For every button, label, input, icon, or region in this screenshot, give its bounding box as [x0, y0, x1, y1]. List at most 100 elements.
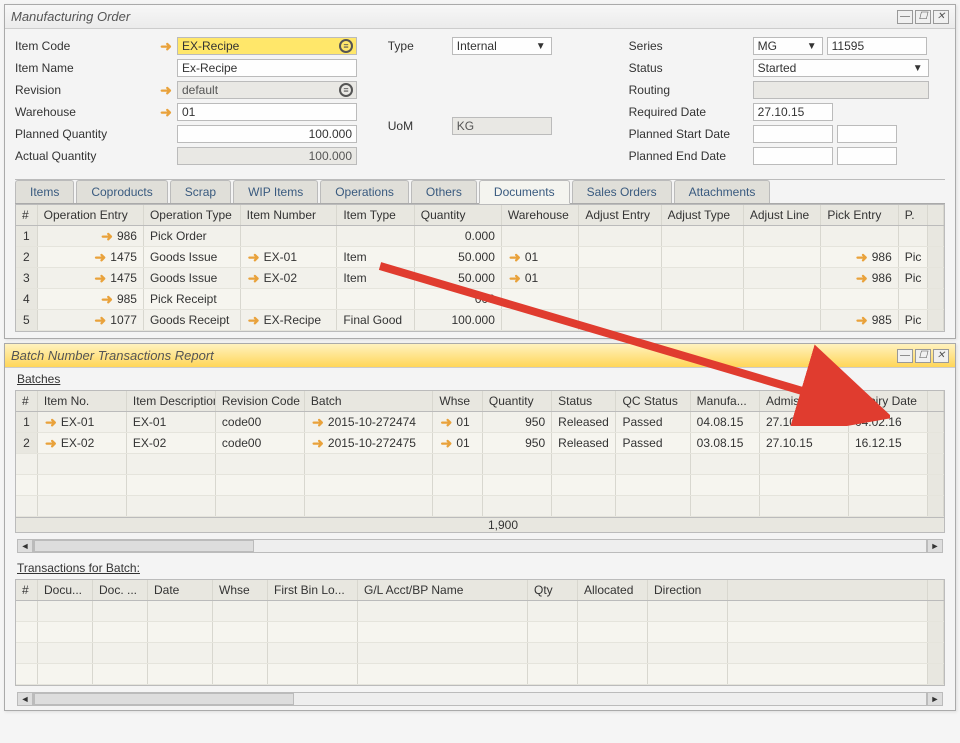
- minimize-button[interactable]: —: [897, 349, 913, 363]
- column-header[interactable]: #: [16, 205, 38, 225]
- scroll-left-button[interactable]: ◄: [17, 539, 33, 553]
- drill-icon[interactable]: ➜: [439, 415, 453, 429]
- drill-icon[interactable]: ➜: [247, 313, 261, 327]
- column-header[interactable]: Item Number: [241, 205, 338, 225]
- column-header[interactable]: Operation Entry: [38, 205, 144, 225]
- drill-icon[interactable]: ➜: [311, 415, 325, 429]
- drill-icon[interactable]: ➜: [855, 313, 869, 327]
- titlebar[interactable]: Batch Number Transactions Report — ☐ ✕: [5, 344, 955, 368]
- drill-icon[interactable]: ➜: [159, 83, 173, 97]
- column-header[interactable]: Batch: [305, 391, 433, 411]
- revision-input[interactable]: default: [177, 81, 357, 99]
- scroll-left-button[interactable]: ◄: [17, 692, 33, 706]
- column-header[interactable]: Whse: [213, 580, 268, 600]
- drill-icon[interactable]: ➜: [508, 271, 522, 285]
- planned-start-time[interactable]: [837, 125, 897, 143]
- maximize-button[interactable]: ☐: [915, 10, 931, 24]
- scroll-thumb[interactable]: [34, 540, 254, 552]
- column-header[interactable]: Item No.: [38, 391, 127, 411]
- h-scrollbar[interactable]: ◄ ►: [17, 692, 943, 706]
- column-header[interactable]: #: [16, 580, 38, 600]
- column-header[interactable]: Status: [552, 391, 616, 411]
- req-date-input[interactable]: 27.10.15: [753, 103, 833, 121]
- column-header[interactable]: Admission D...: [760, 391, 849, 411]
- table-row[interactable]: 5➜ 1077Goods Receipt➜ EX-RecipeFinal Goo…: [16, 310, 944, 331]
- column-header[interactable]: Qty: [528, 580, 578, 600]
- column-header[interactable]: Allocated: [578, 580, 648, 600]
- drill-icon[interactable]: ➜: [508, 250, 522, 264]
- column-header[interactable]: Warehouse: [502, 205, 579, 225]
- table-row[interactable]: 2➜ 1475Goods Issue➜ EX-01Item50.000➜ 01➜…: [16, 247, 944, 268]
- drill-icon[interactable]: ➜: [247, 250, 261, 264]
- planned-end-input[interactable]: [753, 147, 833, 165]
- column-header[interactable]: First Bin Lo...: [268, 580, 358, 600]
- column-header[interactable]: Quantity: [415, 205, 502, 225]
- tab-wip-items[interactable]: WIP Items: [233, 180, 318, 203]
- tab-attachments[interactable]: Attachments: [674, 180, 771, 203]
- series-select[interactable]: MG ▼: [753, 37, 823, 55]
- series-no-input[interactable]: 11595: [827, 37, 927, 55]
- column-header[interactable]: G/L Acct/BP Name: [358, 580, 528, 600]
- column-header[interactable]: Pick Entry: [821, 205, 898, 225]
- type-select[interactable]: Internal ▼: [452, 37, 552, 55]
- column-header[interactable]: Expiry Date: [849, 391, 928, 411]
- column-header[interactable]: Docu...: [38, 580, 93, 600]
- drill-icon[interactable]: ➜: [159, 39, 173, 53]
- drill-icon[interactable]: ➜: [311, 436, 325, 450]
- table-row[interactable]: 2➜ EX-02EX-02code00➜ 2015-10-272475➜ 019…: [16, 433, 944, 454]
- tab-scrap[interactable]: Scrap: [170, 180, 231, 203]
- column-header[interactable]: P.: [899, 205, 928, 225]
- column-header[interactable]: Direction: [648, 580, 728, 600]
- column-header[interactable]: Adjust Type: [662, 205, 744, 225]
- tab-others[interactable]: Others: [411, 180, 477, 203]
- h-scrollbar[interactable]: ◄ ►: [17, 539, 943, 553]
- drill-icon[interactable]: ➜: [100, 292, 114, 306]
- column-header[interactable]: Item Description: [127, 391, 216, 411]
- column-header[interactable]: Revision Code: [216, 391, 305, 411]
- tab-items[interactable]: Items: [15, 180, 74, 203]
- tab-coproducts[interactable]: Coproducts: [76, 180, 167, 203]
- status-select[interactable]: Started ▼: [753, 59, 929, 77]
- column-header[interactable]: Doc. ...: [93, 580, 148, 600]
- warehouse-input[interactable]: 01: [177, 103, 357, 121]
- drill-icon[interactable]: ➜: [93, 250, 107, 264]
- titlebar[interactable]: Manufacturing Order — ☐ ✕: [5, 5, 955, 29]
- drill-icon[interactable]: ➜: [247, 271, 261, 285]
- drill-icon[interactable]: ➜: [44, 415, 58, 429]
- column-header[interactable]: Operation Type: [144, 205, 241, 225]
- scroll-right-button[interactable]: ►: [927, 539, 943, 553]
- close-button[interactable]: ✕: [933, 10, 949, 24]
- drill-icon[interactable]: ➜: [855, 271, 869, 285]
- column-header[interactable]: Adjust Entry: [579, 205, 661, 225]
- drill-icon[interactable]: ➜: [100, 229, 114, 243]
- tab-documents[interactable]: Documents: [479, 180, 570, 204]
- column-header[interactable]: Adjust Line: [744, 205, 821, 225]
- minimize-button[interactable]: —: [897, 10, 913, 24]
- scroll-right-button[interactable]: ►: [927, 692, 943, 706]
- table-row[interactable]: 1➜ 986Pick Order0.000: [16, 226, 944, 247]
- drill-icon[interactable]: ➜: [159, 105, 173, 119]
- column-header[interactable]: Manufa...: [691, 391, 760, 411]
- maximize-button[interactable]: ☐: [915, 349, 931, 363]
- tab-operations[interactable]: Operations: [320, 180, 409, 203]
- column-header[interactable]: Whse: [433, 391, 483, 411]
- drill-icon[interactable]: ➜: [93, 313, 107, 327]
- table-row[interactable]: 3➜ 1475Goods Issue➜ EX-02Item50.000➜ 01➜…: [16, 268, 944, 289]
- item-name-input[interactable]: Ex-Recipe: [177, 59, 357, 77]
- column-header[interactable]: Item Type: [337, 205, 414, 225]
- planned-qty-input[interactable]: 100.000: [177, 125, 357, 143]
- item-code-input[interactable]: EX-Recipe: [177, 37, 357, 55]
- column-header[interactable]: Quantity: [483, 391, 552, 411]
- drill-icon[interactable]: ➜: [44, 436, 58, 450]
- drill-icon[interactable]: ➜: [855, 250, 869, 264]
- choose-icon[interactable]: [339, 83, 353, 97]
- close-button[interactable]: ✕: [933, 349, 949, 363]
- column-header[interactable]: Date: [148, 580, 213, 600]
- column-header[interactable]: QC Status: [616, 391, 690, 411]
- table-row[interactable]: 1➜ EX-01EX-01code00➜ 2015-10-272474➜ 019…: [16, 412, 944, 433]
- planned-end-time[interactable]: [837, 147, 897, 165]
- choose-icon[interactable]: [339, 39, 353, 53]
- scroll-thumb[interactable]: [34, 693, 294, 705]
- drill-icon[interactable]: ➜: [439, 436, 453, 450]
- tab-sales-orders[interactable]: Sales Orders: [572, 180, 672, 203]
